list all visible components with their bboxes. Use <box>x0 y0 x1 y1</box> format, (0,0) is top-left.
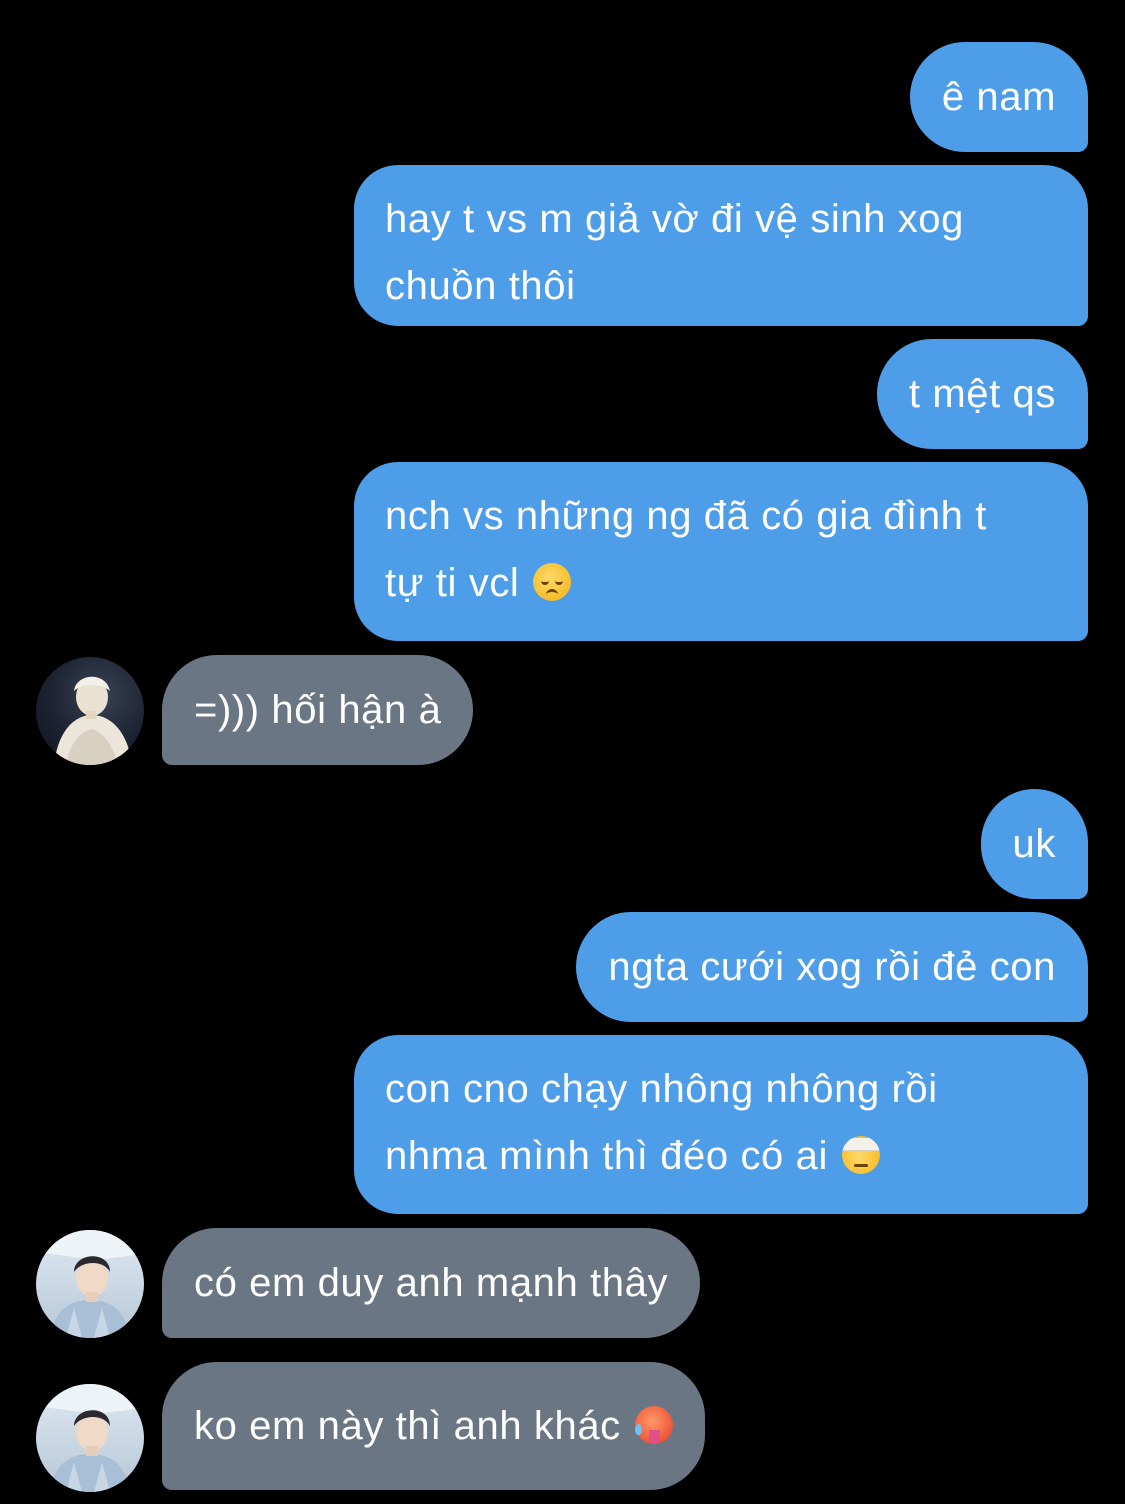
outgoing-message[interactable]: t mệt qs <box>876 339 1088 449</box>
message-text: ê nam <box>941 75 1056 119</box>
message-text-line: con cno chạy nhông nhông rồi <box>385 1067 938 1111</box>
incoming-message[interactable]: ko em này thì anh khác <box>162 1362 705 1490</box>
message-text: có em duy anh mạnh thây <box>194 1261 669 1305</box>
outgoing-message[interactable]: uk <box>980 789 1088 899</box>
avatar-photo <box>36 1230 144 1338</box>
incoming-message[interactable]: =))) hối hận à <box>162 655 474 765</box>
face-with-head-bandage-emoji <box>841 1136 880 1174</box>
hot-face-emoji <box>634 1406 673 1444</box>
message-text: tự ti vcl <box>385 561 520 605</box>
message-text-line: nch vs những ng đã có gia đình t <box>385 494 987 538</box>
message-text: =))) hối hận à <box>194 688 442 732</box>
message-text-line: nhma mình thì đéo có ai <box>385 1130 1056 1197</box>
outgoing-message[interactable]: hay t vs m giả vờ đi vệ sinh xog chuồn t… <box>354 165 1088 326</box>
incoming-message[interactable]: có em duy anh mạnh thây <box>162 1228 701 1338</box>
avatar-photo <box>36 1384 144 1492</box>
outgoing-message[interactable]: con cno chạy nhông nhông rồi nhma mình t… <box>354 1035 1088 1214</box>
message-text-line: tự ti vcl <box>385 557 1056 624</box>
disappointed-face-emoji <box>533 563 572 601</box>
outgoing-message[interactable]: ngta cưới xog rồi đẻ con <box>576 912 1088 1022</box>
message-text: uk <box>1012 822 1056 866</box>
message-text: ko em này thì anh khác <box>194 1404 621 1448</box>
avatar-contact-2[interactable] <box>36 1384 144 1492</box>
avatar-photo <box>54 676 132 765</box>
outgoing-message[interactable]: nch vs những ng đã có gia đình t tự ti v… <box>354 462 1088 641</box>
message-text: ngta cưới xog rồi đẻ con <box>608 945 1056 989</box>
chat-screen: { "conversation": { "messages": [ {"dire… <box>0 0 1125 1504</box>
message-text-line: hay t vs m giả vờ đi vệ sinh xog <box>385 197 965 241</box>
message-text: nhma mình thì đéo có ai <box>385 1134 828 1178</box>
avatar-contact-1[interactable] <box>36 657 144 765</box>
avatar-contact-2[interactable] <box>36 1230 144 1338</box>
message-text-line: chuồn thôi <box>385 264 576 308</box>
outgoing-message[interactable]: ê nam <box>909 42 1088 152</box>
message-text: t mệt qs <box>908 372 1056 416</box>
